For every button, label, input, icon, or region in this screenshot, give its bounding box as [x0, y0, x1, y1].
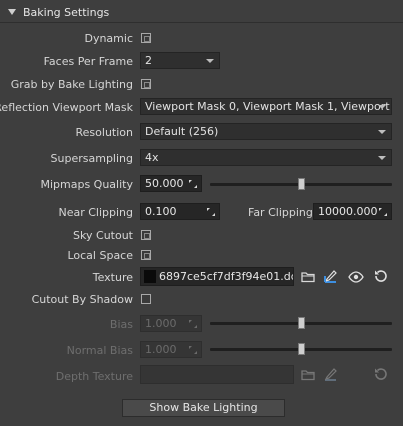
cutout-by-shadow-checkbox[interactable] [141, 294, 151, 304]
grab-by-bake-lighting-label: Grab by Bake Lighting [10, 78, 133, 91]
show-bake-lighting-button[interactable]: Show Bake Lighting [122, 399, 285, 417]
edit-icon[interactable] [323, 268, 339, 284]
local-space-label: Local Space [67, 249, 133, 262]
expand-icon[interactable] [189, 320, 197, 328]
depth-texture-label: Depth Texture [55, 370, 133, 383]
sky-cutout-checkbox[interactable] [141, 230, 151, 240]
reflection-viewport-mask-value: Viewport Mask 0, Viewport Mask 1, Viewpo… [145, 100, 392, 113]
bias-label: Bias [109, 318, 133, 331]
faces-per-frame-value: 2 [145, 54, 152, 67]
supersampling-value: 4x [145, 151, 159, 164]
mipmaps-quality-value: 50.000 [145, 177, 184, 190]
triangle-down-icon[interactable] [8, 9, 16, 15]
resolution-label: Resolution [75, 126, 133, 139]
supersampling-label: Supersampling [50, 152, 133, 165]
expand-icon[interactable] [379, 208, 387, 216]
slider-handle[interactable] [297, 343, 305, 355]
chevron-down-icon [378, 156, 386, 160]
normal-bias-value: 1.000 [145, 343, 177, 356]
faces-per-frame-label: Faces Per Frame [43, 55, 133, 68]
reset-icon[interactable] [373, 268, 389, 284]
texture-input[interactable]: 6897ce5cf7df3f94e01.dds [140, 267, 294, 286]
section-header-baking-settings[interactable]: Baking Settings [8, 4, 109, 20]
edit-icon[interactable] [323, 366, 339, 382]
bias-input[interactable]: 1.000 [140, 315, 202, 332]
local-space-checkbox[interactable] [141, 250, 151, 260]
expand-icon[interactable] [207, 208, 215, 216]
expand-icon[interactable] [189, 346, 197, 354]
folder-icon[interactable] [300, 367, 316, 383]
section-title: Baking Settings [23, 5, 110, 19]
far-clipping-label: Far Clipping [248, 206, 313, 219]
reflection-viewport-mask-label: Reflection Viewport Mask [0, 101, 133, 114]
near-clipping-value: 0.100 [145, 205, 177, 218]
near-clipping-label: Near Clipping [58, 206, 133, 219]
grab-by-bake-lighting-checkbox[interactable] [141, 79, 151, 89]
normal-bias-slider[interactable] [210, 343, 392, 355]
normal-bias-input[interactable]: 1.000 [140, 341, 202, 358]
expand-icon[interactable] [189, 180, 197, 188]
mipmaps-quality-label: Mipmaps Quality [40, 178, 133, 191]
eye-icon[interactable] [348, 269, 364, 285]
dynamic-checkbox[interactable] [141, 33, 151, 43]
near-clipping-input[interactable]: 0.100 [140, 203, 220, 220]
depth-texture-input[interactable] [140, 365, 294, 384]
chevron-down-icon [378, 130, 386, 134]
texture-label: Texture [92, 271, 133, 284]
sky-cutout-label: Sky Cutout [73, 229, 133, 242]
mipmaps-quality-slider[interactable] [210, 178, 392, 190]
dynamic-label: Dynamic [84, 32, 133, 45]
bias-slider[interactable] [210, 317, 392, 329]
far-clipping-input[interactable]: 10000.000 [313, 203, 392, 220]
slider-handle[interactable] [297, 317, 305, 329]
texture-value: 6897ce5cf7df3f94e01.dds [159, 270, 294, 283]
bias-value: 1.000 [145, 317, 177, 330]
resolution-dropdown[interactable]: Default (256) [140, 123, 392, 140]
chevron-down-icon [206, 59, 214, 63]
far-clipping-value: 10000.000 [318, 205, 378, 218]
supersampling-dropdown[interactable]: 4x [140, 149, 392, 166]
normal-bias-label: Normal Bias [66, 344, 133, 357]
folder-icon[interactable] [300, 269, 316, 285]
texture-thumbnail [144, 270, 156, 283]
mipmaps-quality-input[interactable]: 50.000 [140, 175, 202, 192]
slider-handle[interactable] [297, 178, 305, 190]
cutout-by-shadow-label: Cutout By Shadow [31, 293, 133, 306]
faces-per-frame-dropdown[interactable]: 2 [140, 52, 220, 69]
chevron-down-icon [378, 105, 386, 109]
reset-icon[interactable] [373, 366, 389, 382]
divider [0, 22, 403, 23]
resolution-value: Default (256) [145, 125, 219, 138]
reflection-viewport-mask-dropdown[interactable]: Viewport Mask 0, Viewport Mask 1, Viewpo… [140, 98, 392, 115]
